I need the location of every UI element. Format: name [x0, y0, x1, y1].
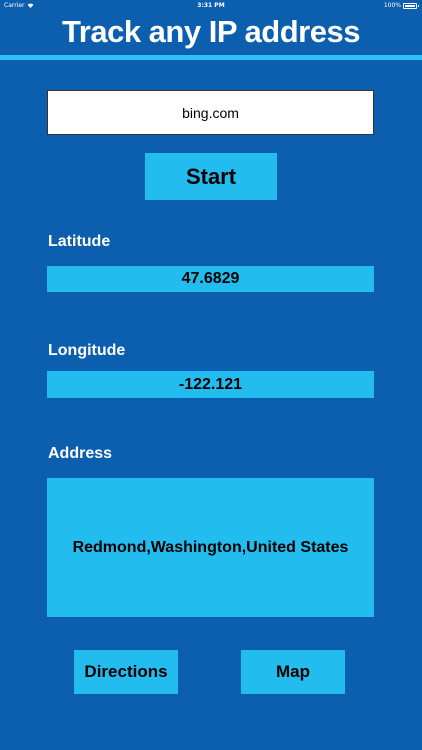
- battery-percent: 100%: [383, 2, 401, 9]
- ip-address-input[interactable]: [47, 90, 374, 135]
- longitude-value-text: -122.121: [178, 375, 243, 393]
- status-bar: Carrier 3:31 PM 100%: [0, 0, 422, 12]
- page-title: Track any IP address: [62, 14, 360, 49]
- directions-button[interactable]: Directions: [74, 650, 178, 694]
- longitude-label: Longitude: [48, 342, 126, 359]
- address-value: Redmond,Washington,United States: [47, 478, 374, 617]
- latitude-label: Latitude: [48, 233, 111, 250]
- address-value-text: Redmond,Washington,United States: [72, 538, 349, 556]
- start-button[interactable]: Start: [145, 153, 277, 200]
- latitude-value-text: 47.6829: [181, 270, 240, 287]
- latitude-value: 47.6829: [47, 266, 374, 292]
- title-divider: [0, 55, 422, 60]
- map-button[interactable]: Map: [241, 650, 345, 694]
- longitude-value: -122.121: [47, 371, 374, 398]
- battery-icon: [403, 2, 419, 9]
- status-time: 3:31 PM: [197, 2, 225, 9]
- address-label: Address: [48, 445, 113, 462]
- battery-status: 100%: [383, 2, 419, 9]
